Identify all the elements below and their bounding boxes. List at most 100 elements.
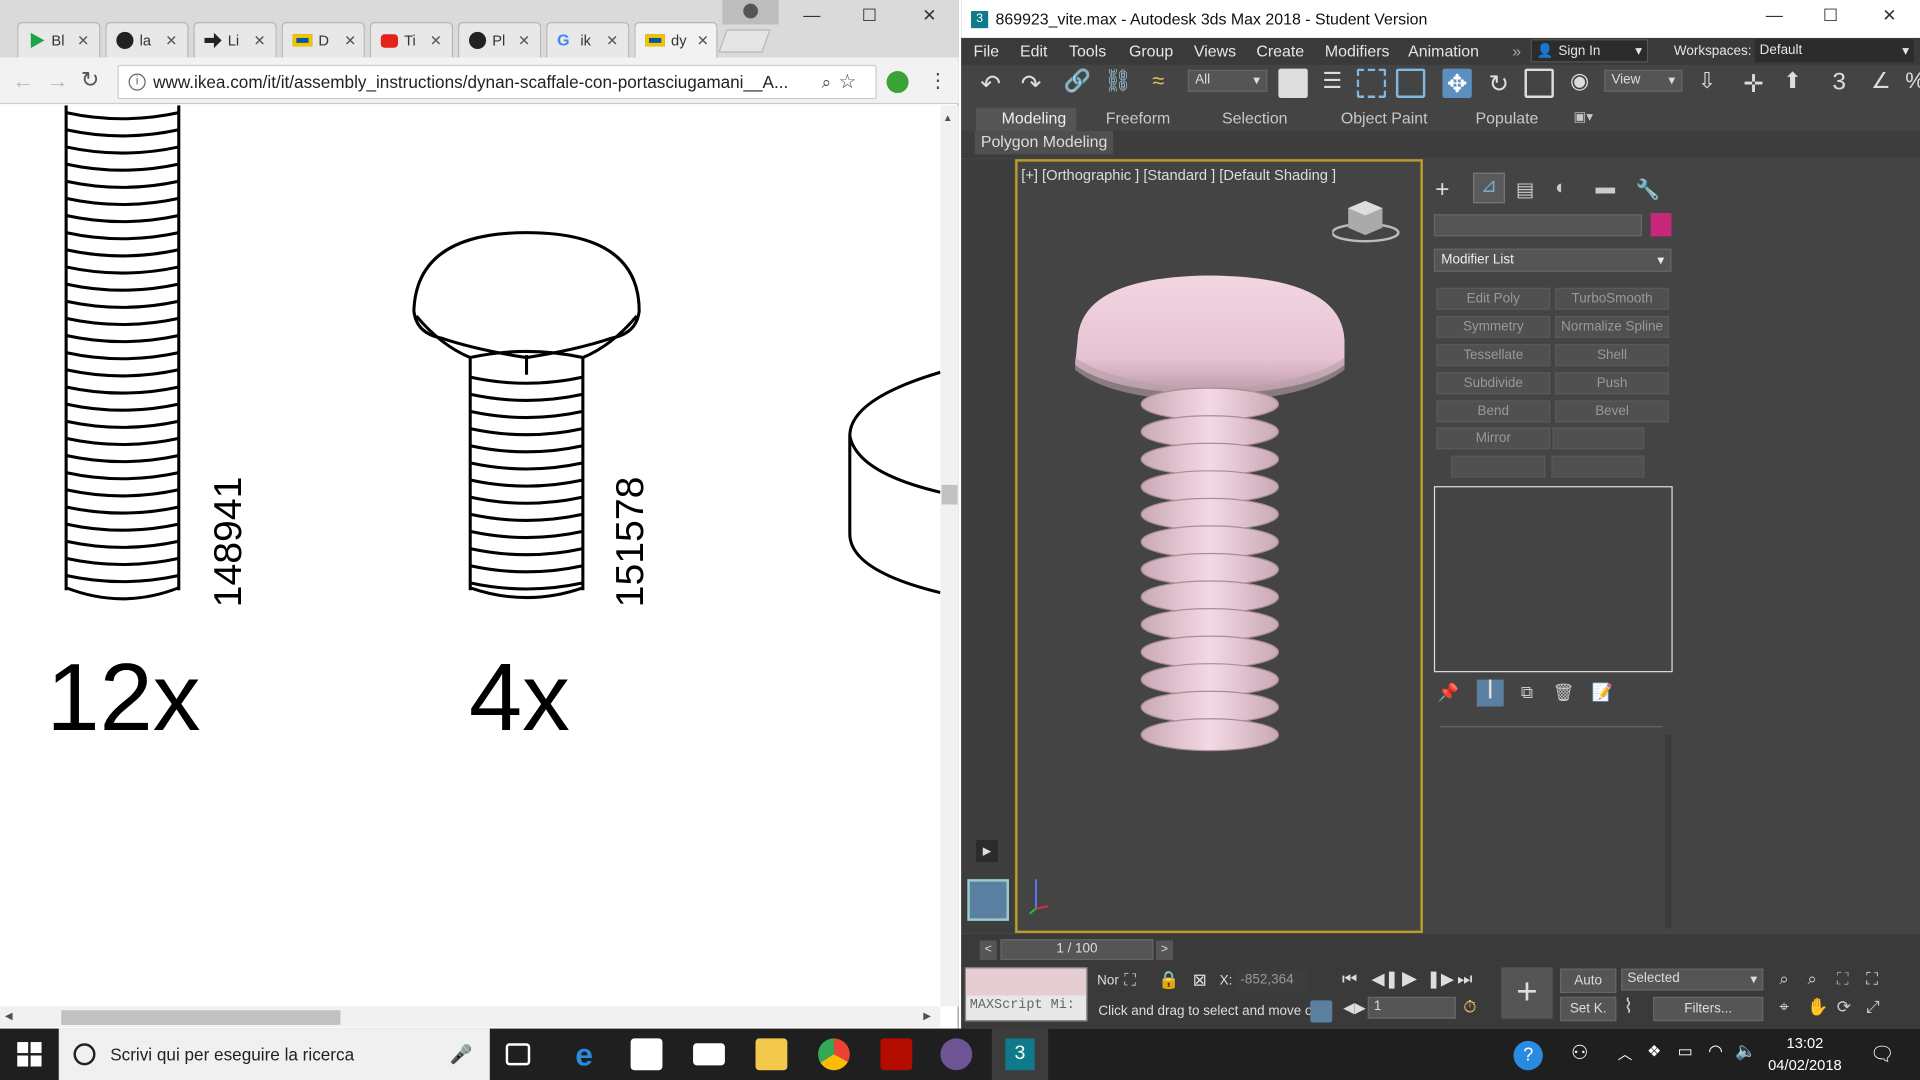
maximize-viewport-icon[interactable]: ⤢: [1866, 997, 1880, 1018]
utilities-tab-icon[interactable]: 🔧: [1636, 178, 1660, 202]
3dsmax-taskbar-active[interactable]: 3: [991, 1028, 1049, 1080]
max-minimize-button[interactable]: —: [1756, 5, 1793, 25]
reload-icon[interactable]: ↻: [81, 67, 99, 93]
panel-scrollbar[interactable]: [1665, 734, 1672, 929]
taskbar-clock[interactable]: 13:02 04/02/2018: [1763, 1032, 1846, 1076]
reference-coord-dropdown[interactable]: View ▾: [1604, 69, 1683, 92]
percent-snap-icon[interactable]: %: [1900, 69, 1920, 98]
extension-icon[interactable]: [886, 71, 909, 94]
close-icon[interactable]: ✕: [606, 32, 618, 49]
menu-tools[interactable]: Tools: [1069, 42, 1106, 60]
rectangular-selection-icon[interactable]: [1356, 68, 1387, 98]
pin-stack-icon[interactable]: 📌: [1438, 682, 1459, 703]
menu-overflow-icon[interactable]: »: [1512, 42, 1521, 60]
modifier-button-empty[interactable]: [1552, 427, 1645, 450]
tab-freeform[interactable]: Freeform: [1106, 109, 1171, 127]
scroll-left-icon[interactable]: ◀: [5, 1010, 13, 1021]
key-mode-icon[interactable]: ◀▶: [1343, 999, 1366, 1016]
modifier-button-empty[interactable]: [1551, 455, 1645, 478]
vertical-scrollbar[interactable]: ▲: [940, 105, 959, 1007]
make-unique-icon[interactable]: ⧉: [1521, 682, 1533, 703]
people-icon[interactable]: ⚇: [1571, 1041, 1589, 1065]
expand-scene-explorer-icon[interactable]: ▶: [975, 840, 998, 863]
modify-tab-icon[interactable]: ⊿: [1473, 172, 1505, 204]
adaptive-degradation-icon[interactable]: [1310, 1000, 1333, 1023]
tab-populate[interactable]: Populate: [1476, 109, 1539, 127]
menu-file[interactable]: File: [973, 42, 999, 60]
windows-start-icon[interactable]: [17, 1042, 42, 1067]
new-tab-button[interactable]: [718, 29, 771, 53]
link-icon[interactable]: 🔗: [1063, 69, 1092, 98]
modifier-button[interactable]: Edit Poly: [1436, 287, 1551, 310]
orbit-icon[interactable]: ⟳: [1837, 997, 1851, 1018]
modifier-stack[interactable]: [1433, 486, 1673, 673]
maxscript-output[interactable]: [966, 968, 1087, 996]
zoom-extents-icon[interactable]: ⛶: [1837, 969, 1849, 990]
viewcube[interactable]: [1331, 196, 1400, 247]
battery-icon[interactable]: ▭: [1678, 1042, 1693, 1062]
modifier-button[interactable]: Shell: [1555, 344, 1669, 367]
set-key-button[interactable]: Set K.: [1560, 996, 1617, 1022]
show-hidden-icons[interactable]: ︿: [1618, 1043, 1633, 1064]
close-window-button[interactable]: ✕: [911, 5, 948, 26]
coord-x-field[interactable]: -852,364: [1236, 969, 1308, 991]
time-prev-icon[interactable]: <: [979, 940, 997, 961]
menu-create[interactable]: Create: [1256, 42, 1304, 60]
viewport-label[interactable]: [+] [Orthographic ] [Standard ] [Default…: [1021, 167, 1336, 184]
modifier-button-empty[interactable]: [1451, 455, 1546, 478]
sign-in-dropdown[interactable]: 👤 Sign In ▾: [1530, 39, 1649, 63]
select-rotate-icon[interactable]: ↻: [1484, 69, 1513, 98]
modifier-button[interactable]: Push: [1555, 372, 1669, 395]
show-end-result-icon[interactable]: ┃: [1476, 679, 1504, 707]
goto-end-icon[interactable]: ⏭: [1457, 969, 1472, 990]
key-filter-dropdown[interactable]: Selected ▾: [1621, 968, 1764, 991]
bind-spacewarp-icon[interactable]: ≈: [1144, 69, 1173, 98]
browser-tab[interactable]: Ti ✕: [369, 22, 454, 58]
angle-snap-icon[interactable]: ∠: [1866, 69, 1895, 98]
menu-views[interactable]: Views: [1194, 42, 1236, 60]
browser-tab[interactable]: Li ✕: [193, 22, 277, 58]
display-tab-icon[interactable]: ▬: [1596, 178, 1616, 200]
scroll-up-icon[interactable]: ▲: [943, 113, 953, 124]
mail-icon[interactable]: [693, 1043, 725, 1066]
close-icon[interactable]: ✕: [518, 32, 530, 49]
tab-object-paint[interactable]: Object Paint: [1341, 109, 1428, 127]
microphone-icon[interactable]: 🎤: [450, 1043, 473, 1065]
modifier-button[interactable]: Bevel: [1555, 400, 1669, 423]
store-icon[interactable]: [630, 1038, 663, 1071]
window-crossing-icon[interactable]: [1395, 68, 1426, 98]
taskbar-search[interactable]: Scrivi qui per eseguire la ricerca 🎤: [58, 1028, 490, 1080]
close-icon[interactable]: ✕: [165, 32, 177, 49]
goto-start-icon[interactable]: ⏮: [1342, 969, 1357, 990]
menu-dots-icon[interactable]: ⋮: [928, 69, 948, 93]
github-desktop-icon[interactable]: [940, 1038, 973, 1071]
pan-icon[interactable]: ✋: [1807, 997, 1828, 1018]
object-name-field[interactable]: [1433, 214, 1643, 237]
maxscript-input[interactable]: MAXScript Mi:: [966, 996, 1086, 1016]
select-object-icon[interactable]: [1278, 68, 1308, 98]
select-by-name-icon[interactable]: ☰: [1318, 69, 1347, 98]
notification-icon[interactable]: 🗨: [1870, 1042, 1895, 1066]
create-tab-icon[interactable]: +: [1435, 176, 1449, 204]
select-move-icon[interactable]: ✥: [1442, 68, 1472, 98]
maximize-button[interactable]: ☐: [851, 5, 888, 26]
selection-filter-dropdown[interactable]: All ▾: [1187, 69, 1268, 92]
tab-selection[interactable]: Selection: [1222, 109, 1287, 127]
bookmark-star-icon[interactable]: ☆: [839, 70, 857, 94]
address-bar[interactable]: i www.ikea.com/it/it/assembly_instructio…: [117, 64, 877, 100]
time-config-icon[interactable]: ⏱: [1463, 997, 1476, 1018]
unlink-icon[interactable]: ⛓: [1103, 69, 1132, 98]
zoom-all-icon[interactable]: ⌕: [1807, 969, 1817, 990]
task-view-icon[interactable]: [505, 1043, 531, 1066]
dropbox-icon[interactable]: ❖: [1647, 1042, 1661, 1062]
pivot-icon[interactable]: ⇩: [1692, 69, 1721, 98]
next-frame-icon[interactable]: ❚▶: [1427, 969, 1455, 990]
ribbon-options-icon[interactable]: ▣▾: [1573, 109, 1592, 125]
volume-icon[interactable]: 🔈: [1735, 1041, 1756, 1062]
chrome-icon[interactable]: [817, 1038, 850, 1071]
max-maximize-button[interactable]: ☐: [1812, 5, 1849, 26]
viewport-layout-icon[interactable]: [967, 879, 1009, 921]
browser-tab[interactable]: Gik ✕: [546, 22, 630, 58]
profile-button[interactable]: [722, 0, 779, 25]
select-scale-icon[interactable]: [1524, 68, 1554, 98]
